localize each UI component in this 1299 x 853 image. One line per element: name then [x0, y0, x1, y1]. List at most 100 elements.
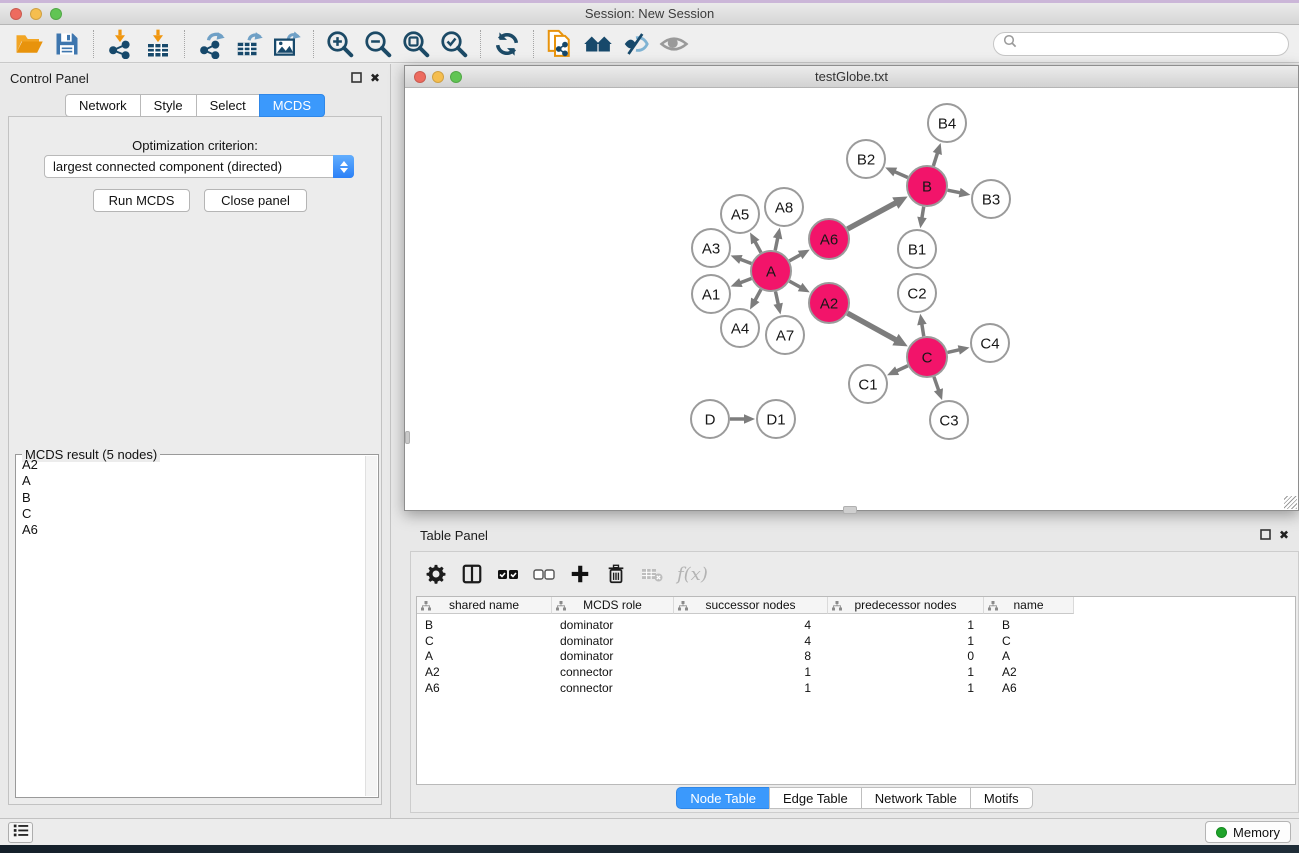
graph-node-label: A7 [776, 327, 794, 344]
resize-grip-icon[interactable] [1284, 496, 1297, 509]
graph-node-label: B3 [982, 191, 1000, 208]
graph-edge-C-C4 [947, 350, 959, 353]
zoom-in-icon[interactable] [321, 27, 359, 61]
table-cell: dominator [552, 618, 674, 634]
memory-button[interactable]: Memory [1205, 821, 1291, 843]
task-history-button[interactable] [8, 822, 33, 843]
function-builder-icon[interactable]: f(x) [673, 564, 708, 585]
column-header-name[interactable]: name [984, 597, 1074, 614]
network-canvas[interactable]: AA1A2A3A4A5A6A7A8BB1B2B3B4CC1C2C3C4DD1 [405, 89, 1298, 510]
graph-node-label: A [766, 263, 776, 280]
deselect-all-icon[interactable] [529, 559, 559, 589]
eye-icon[interactable] [655, 27, 693, 61]
table-cell: B [984, 618, 1074, 634]
import-table-icon[interactable] [139, 27, 177, 61]
copy-network-icon[interactable] [541, 27, 579, 61]
graph-node-label: A5 [731, 206, 749, 223]
run-mcds-button[interactable]: Run MCDS [93, 189, 190, 212]
toolbar-separator [480, 30, 481, 58]
table-row[interactable]: Adominator80A [417, 649, 1295, 665]
show-columns-icon[interactable] [457, 559, 487, 589]
table-row[interactable]: A2connector11A2 [417, 665, 1295, 681]
graph-node-label: C1 [858, 376, 877, 393]
column-header-shared-name[interactable]: shared name [417, 597, 552, 614]
float-table-panel-icon[interactable] [1260, 529, 1271, 542]
export-image-icon[interactable] [268, 27, 306, 61]
node-table-header: shared nameMCDS rolesuccessor nodesprede… [417, 597, 1295, 614]
optimization-criterion-label: Optimization criterion: [9, 138, 381, 153]
graph-node-label: A2 [820, 295, 838, 312]
zoom-selected-icon[interactable] [435, 27, 473, 61]
network-zoom-button[interactable] [450, 71, 462, 83]
graph-edge-A-A4 [755, 289, 761, 300]
gear-icon[interactable] [421, 559, 451, 589]
table-cell: 4 [674, 618, 828, 634]
mcds-result-item[interactable]: C [18, 506, 364, 522]
add-icon[interactable] [565, 559, 595, 589]
export-table-icon[interactable] [230, 27, 268, 61]
mcds-result-box: MCDS result (5 nodes) A2ABCA6 [15, 454, 379, 798]
open-folder-icon[interactable] [10, 27, 48, 61]
tab-mcds[interactable]: MCDS [259, 94, 325, 117]
horizontal-scrollbar-thumb[interactable] [843, 506, 857, 514]
table-row[interactable]: A6connector11A6 [417, 681, 1295, 697]
graph-arrowhead [731, 255, 743, 264]
graph-edge-A-A2 [789, 281, 801, 287]
close-table-panel-icon[interactable]: ✖ [1279, 529, 1289, 541]
graph-node-label: C2 [907, 285, 926, 302]
vertical-scrollbar-thumb[interactable] [405, 431, 410, 444]
close-panel-icon[interactable]: ✖ [370, 72, 380, 84]
graph-node-label: B [922, 178, 932, 195]
table-cell: C [417, 634, 552, 650]
status-bar: Memory [0, 818, 1299, 845]
mcds-result-item[interactable]: A [18, 473, 364, 489]
zoom-out-icon[interactable] [359, 27, 397, 61]
tab-motifs[interactable]: Motifs [970, 787, 1033, 809]
refresh-icon[interactable] [488, 27, 526, 61]
export-network-icon[interactable] [192, 27, 230, 61]
table-panel-header: Table Panel ✖ [410, 521, 1299, 549]
home-icon[interactable] [579, 27, 617, 61]
trash-icon[interactable] [601, 559, 631, 589]
control-panel-header: Control Panel ✖ [0, 64, 390, 92]
graph-arrowhead [959, 188, 971, 197]
column-header-MCDS-role[interactable]: MCDS role [552, 597, 674, 614]
save-icon[interactable] [48, 27, 86, 61]
network-window-titlebar: testGlobe.txt [405, 66, 1298, 88]
column-header-predecessor-nodes[interactable]: predecessor nodes [828, 597, 984, 614]
minimize-window-button[interactable] [30, 8, 42, 20]
tab-select[interactable]: Select [196, 94, 259, 117]
tab-network[interactable]: Network [65, 94, 140, 117]
graph-node-label: B4 [938, 115, 956, 132]
tab-network-table[interactable]: Network Table [861, 787, 970, 809]
mcds-result-item[interactable]: A6 [18, 522, 364, 538]
mcds-result-item[interactable]: B [18, 490, 364, 506]
workspace: Control Panel ✖ NetworkStyleSelectMCDS O… [0, 64, 1299, 818]
search-icon [1002, 33, 1018, 54]
mcds-result-scrollbar[interactable] [365, 456, 377, 796]
select-all-icon[interactable] [493, 559, 523, 589]
optimization-criterion-select[interactable]: largest connected component (directed) [44, 155, 354, 178]
float-panel-icon[interactable] [351, 72, 362, 85]
zoom-fit-icon[interactable] [397, 27, 435, 61]
delete-column-icon[interactable] [637, 559, 667, 589]
zoom-window-button[interactable] [50, 8, 62, 20]
import-network-icon[interactable] [101, 27, 139, 61]
column-header-successor-nodes[interactable]: successor nodes [674, 597, 828, 614]
mcds-tab-content: Optimization criterion: largest connecte… [8, 116, 382, 805]
graph-edge-A-A5 [755, 241, 761, 252]
toolbar-search[interactable] [993, 32, 1289, 56]
close-panel-button[interactable]: Close panel [204, 189, 307, 212]
tab-style[interactable]: Style [140, 94, 196, 117]
network-close-button[interactable] [414, 71, 426, 83]
network-minimize-button[interactable] [432, 71, 444, 83]
tab-node-table[interactable]: Node Table [676, 787, 769, 809]
close-window-button[interactable] [10, 8, 22, 20]
search-input[interactable] [1018, 36, 1280, 51]
mcds-result-item[interactable]: A2 [18, 457, 364, 473]
table-row[interactable]: Bdominator41B [417, 618, 1295, 634]
tab-edge-table[interactable]: Edge Table [769, 787, 861, 809]
graphics-details-icon[interactable] [617, 27, 655, 61]
table-row[interactable]: Cdominator41C [417, 634, 1295, 650]
table-cell: 1 [674, 681, 828, 697]
